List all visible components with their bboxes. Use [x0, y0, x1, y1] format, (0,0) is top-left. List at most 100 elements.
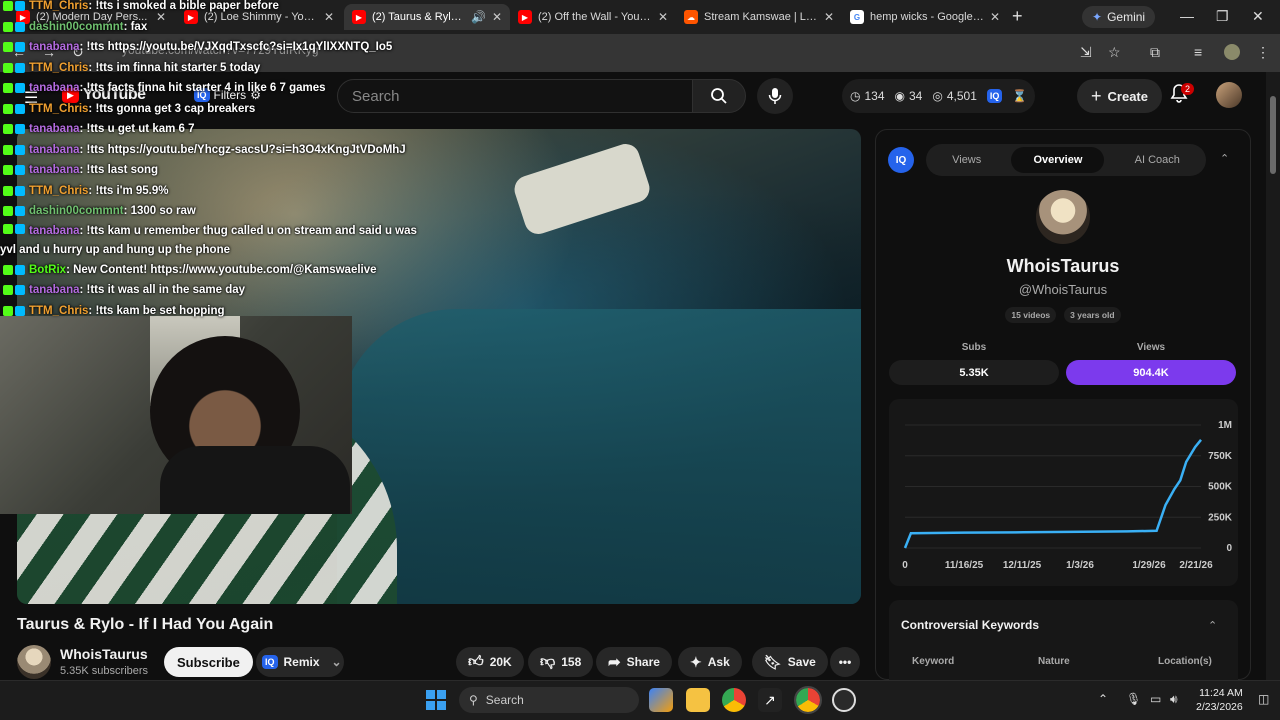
- close-tab-icon[interactable]: ✕: [990, 10, 1000, 24]
- channel-avatar[interactable]: [17, 645, 51, 679]
- account-avatar[interactable]: [1216, 82, 1242, 108]
- minimize-icon[interactable]: —: [1180, 8, 1194, 24]
- chat-username: BotRix: [29, 263, 67, 276]
- browser-tab[interactable]: G hemp wicks - Google Search ✕: [842, 4, 1008, 30]
- chat-badges-icon: [3, 103, 25, 114]
- channel-stats-pill[interactable]: ◷ 134 ◉ 34 ◎ 4,501 IQ ⌛: [842, 79, 1036, 113]
- stocks-app-icon[interactable]: ↗: [758, 688, 782, 712]
- dislike-button[interactable]: 👎︎ 158: [528, 647, 594, 677]
- chat-badges-icon: [3, 185, 25, 196]
- volume-icon[interactable]: 🔊︎: [1170, 692, 1178, 707]
- channel-name[interactable]: WhoisTaurus: [60, 646, 148, 662]
- thumbs-down-icon: 👎︎: [540, 653, 556, 670]
- subs-toggle[interactable]: 5.35K: [889, 360, 1059, 385]
- webcam-overlay: [0, 316, 352, 514]
- scrollbar-thumb[interactable]: [1270, 96, 1276, 174]
- extensions-icon[interactable]: ⧉: [1150, 44, 1160, 61]
- create-button[interactable]: + Create: [1077, 79, 1162, 113]
- tray-overflow-chevron-icon[interactable]: ⌃: [1098, 692, 1108, 706]
- chevron-up-icon[interactable]: ⌃: [1208, 619, 1217, 632]
- soundcloud-favicon-icon: ☁: [684, 10, 698, 24]
- views-toggle[interactable]: 904.4K: [1066, 360, 1236, 385]
- chat-username: dashin00commnt: [29, 205, 124, 217]
- microsoft-store-icon[interactable]: [649, 688, 673, 712]
- profile-avatar[interactable]: [1224, 44, 1240, 60]
- notifications-tray-icon[interactable]: ◫: [1258, 692, 1269, 706]
- chat-message: tanabana: !tts https://youtu.be/VJXqdTxs…: [0, 37, 440, 58]
- ask-button[interactable]: ✦ Ask: [678, 647, 742, 677]
- search-icon: ⚲: [469, 693, 478, 707]
- chat-message: tanabana: !tts u get ut kam 6 7: [0, 119, 440, 140]
- install-app-icon[interactable]: ⇲: [1080, 44, 1092, 61]
- chat-username: TTM_Chris: [29, 0, 89, 12]
- maximize-icon[interactable]: ❐: [1216, 8, 1229, 25]
- video-count-chip: 15 videos: [1005, 307, 1057, 323]
- voice-search-button[interactable]: [757, 78, 793, 114]
- network-icon[interactable]: ▭: [1150, 692, 1161, 706]
- chat-text: : !tts last song: [79, 164, 159, 176]
- chat-message: tanabana: !tts last song: [0, 160, 440, 181]
- chrome-icon[interactable]: [722, 688, 746, 712]
- tab-overview[interactable]: Overview: [1011, 147, 1105, 173]
- audio-playing-icon[interactable]: 🔊: [471, 10, 486, 24]
- close-tab-icon[interactable]: ✕: [824, 10, 834, 24]
- chat-badges-icon: [3, 165, 25, 176]
- chat-badges-icon: [3, 223, 25, 234]
- windows-start-icon[interactable]: [426, 690, 446, 710]
- tab-ai-coach[interactable]: AI Coach: [1113, 147, 1202, 173]
- taskbar-search[interactable]: ⚲ Search: [459, 687, 639, 713]
- system-clock[interactable]: 11:24 AM 2/23/2026: [1196, 686, 1243, 714]
- bookmark-star-icon[interactable]: ☆: [1108, 44, 1121, 61]
- chat-username: tanabana: [29, 224, 80, 237]
- chart-x-tick-label: 11/16/25: [945, 560, 984, 571]
- chevron-up-icon[interactable]: ⌃: [1220, 152, 1229, 165]
- chart-x-tick-label: 2/21/26: [1179, 560, 1213, 571]
- video-frame-car: [337, 309, 861, 604]
- chat-text: : !tts gonna get 3 cap breakers: [88, 102, 256, 115]
- gemini-button[interactable]: ✦ Gemini: [1082, 6, 1156, 28]
- chat-text: : New Content! https://www.youtube.com/@…: [66, 263, 377, 276]
- chat-text: : !tts https://youtu.be/Yhcgz-sacsU?si=h…: [79, 143, 406, 156]
- close-tab-icon[interactable]: ✕: [658, 10, 668, 24]
- chart-x-tick-label: 0: [902, 560, 908, 571]
- microphone-icon: [768, 88, 782, 104]
- app-icon[interactable]: [832, 688, 856, 712]
- close-window-icon[interactable]: ✕: [1252, 8, 1264, 25]
- controversial-keywords-card: [889, 600, 1238, 690]
- close-tab-icon[interactable]: ✕: [492, 10, 502, 24]
- chat-text: : fax: [123, 20, 148, 33]
- remix-button[interactable]: IQ Remix ⌄: [256, 647, 344, 677]
- chat-text: : !tts it was all in the same day: [79, 284, 246, 296]
- chart-y-tick-label: 0: [1226, 543, 1232, 554]
- chat-message: tanabana: !tts https://youtu.be/Yhcgz-sa…: [0, 140, 440, 161]
- share-button[interactable]: ➦ Share: [596, 647, 672, 677]
- browser-tab[interactable]: ☁ Stream Kamswae | Listen ✕: [676, 4, 842, 30]
- tab-views[interactable]: Views: [930, 147, 1003, 173]
- browser-menu-icon[interactable]: ⋮: [1256, 44, 1270, 61]
- panel-channel-avatar: [1036, 190, 1090, 244]
- save-button[interactable]: 🔖︎ Save: [752, 647, 828, 677]
- chart-y-tick-label: 1M: [1218, 420, 1232, 431]
- file-explorer-icon[interactable]: [686, 688, 710, 712]
- notification-count-badge: 2: [1181, 83, 1195, 95]
- share-arrow-icon: ➦: [608, 654, 621, 671]
- chat-message: TTM_Chris: !tts i'm 95.9%: [0, 181, 440, 202]
- trophy-icon: ⌛: [1012, 89, 1028, 103]
- search-button[interactable]: [692, 79, 746, 113]
- more-actions-button[interactable]: •••: [830, 647, 860, 677]
- new-tab-icon[interactable]: +: [1012, 6, 1023, 27]
- video-frame-mirror: [510, 140, 654, 238]
- media-controls-icon[interactable]: ≡: [1194, 44, 1202, 60]
- browser-tab[interactable]: ▶ (2) Off the Wall - YouTube ✕: [510, 4, 676, 30]
- windows-taskbar: [0, 680, 1280, 720]
- thumbs-up-icon: 👍︎: [468, 653, 484, 670]
- microphone-tray-icon[interactable]: 🎙︎: [1126, 692, 1141, 706]
- chat-username: tanabana: [29, 284, 80, 296]
- like-button[interactable]: 👍︎ 20K: [456, 647, 524, 677]
- subscribe-button[interactable]: Subscribe: [164, 647, 253, 677]
- panel-channel-name: WhoisTaurus: [1006, 256, 1120, 276]
- chat-username: TTM_Chris: [29, 61, 89, 74]
- chrome-profile-icon[interactable]: [794, 686, 822, 714]
- chat-username: tanabana: [29, 82, 80, 94]
- chat-badges-icon: [3, 285, 25, 296]
